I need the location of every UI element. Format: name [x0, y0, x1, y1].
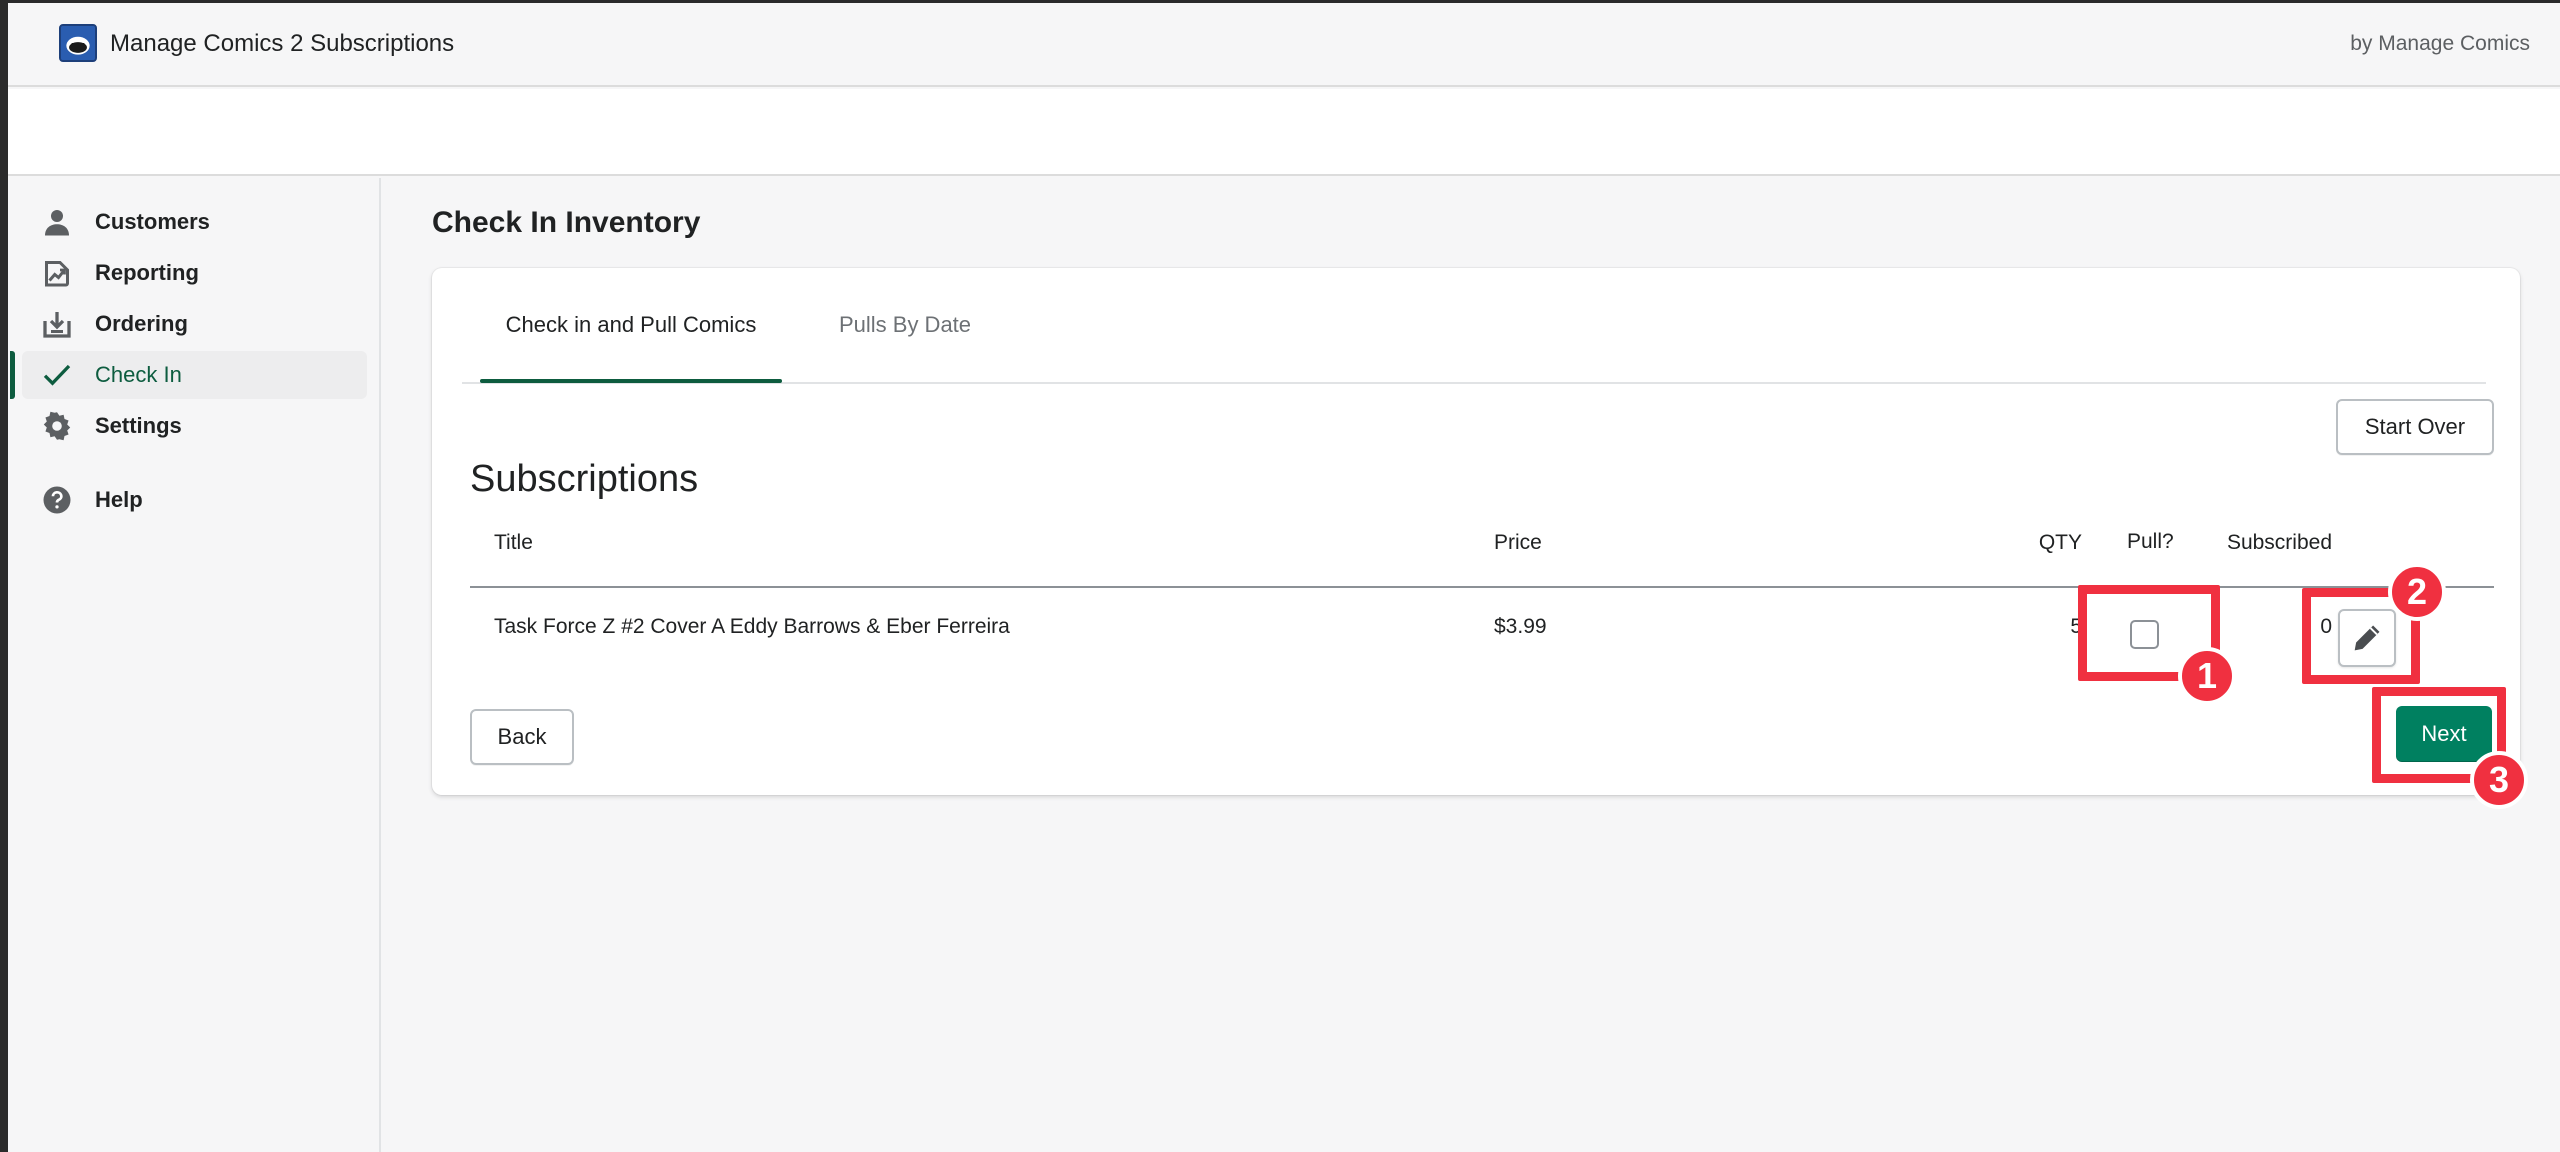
- annotation-badge-1: 1: [2178, 647, 2236, 705]
- sidebar-item-reporting[interactable]: Reporting: [22, 249, 367, 297]
- header-spacer: [8, 89, 2560, 176]
- sidebar-item-label: Customers: [95, 209, 210, 234]
- app-byline: by Manage Comics: [2350, 32, 2530, 55]
- tab-pulls-by-date[interactable]: Pulls By Date: [800, 268, 1010, 382]
- column-header-price: Price: [1494, 531, 1542, 554]
- annotation-badge-2: 2: [2388, 563, 2446, 621]
- sidebar-item-customers[interactable]: Customers: [22, 198, 367, 246]
- start-over-button[interactable]: Start Over: [2336, 399, 2494, 455]
- row-title: Task Force Z #2 Cover A Eddy Barrows & E…: [494, 615, 1010, 638]
- sidebar-item-check-in[interactable]: Check In: [22, 351, 367, 399]
- page-title: Check In Inventory: [432, 206, 701, 239]
- column-header-pull: Pull?: [2127, 530, 2174, 553]
- back-button[interactable]: Back: [470, 709, 574, 765]
- column-header-title: Title: [494, 531, 533, 554]
- top-bar: Manage Comics 2 Subscriptions by Manage …: [8, 3, 2560, 87]
- checkmark-icon: [40, 358, 74, 392]
- active-indicator: [10, 351, 15, 399]
- import-icon: [40, 307, 74, 341]
- annotation-badge-3: 3: [2470, 751, 2528, 809]
- check-in-card: Check in and Pull Comics Pulls By Date S…: [432, 268, 2520, 795]
- sidebar-item-label: Ordering: [95, 311, 188, 336]
- sidebar: Customers Reporting Ordering Check In Se…: [8, 178, 381, 1152]
- subscriptions-heading: Subscriptions: [470, 458, 699, 500]
- sidebar-item-label: Settings: [95, 413, 182, 438]
- gear-icon: [40, 409, 74, 443]
- app-title: Manage Comics 2 Subscriptions: [110, 30, 455, 57]
- sidebar-item-label: Reporting: [95, 260, 199, 285]
- row-qty: 5: [2070, 615, 2082, 638]
- tab-bar: Check in and Pull Comics Pulls By Date: [462, 268, 2486, 384]
- sidebar-item-ordering[interactable]: Ordering: [22, 300, 367, 348]
- tab-check-in-and-pull[interactable]: Check in and Pull Comics: [480, 268, 782, 383]
- sidebar-item-label: Check In: [95, 362, 182, 387]
- app-logo-icon: [59, 24, 97, 62]
- person-icon: [40, 205, 74, 239]
- row-price: $3.99: [1494, 615, 1547, 638]
- column-header-qty: QTY: [2038, 531, 2082, 554]
- report-icon: [40, 256, 74, 290]
- sidebar-item-settings[interactable]: Settings: [22, 402, 367, 450]
- sidebar-item-help[interactable]: Help: [22, 476, 367, 524]
- app-window: Manage Comics 2 Subscriptions by Manage …: [8, 3, 2560, 1152]
- sidebar-item-label: Help: [95, 487, 143, 512]
- question-icon: [40, 483, 74, 517]
